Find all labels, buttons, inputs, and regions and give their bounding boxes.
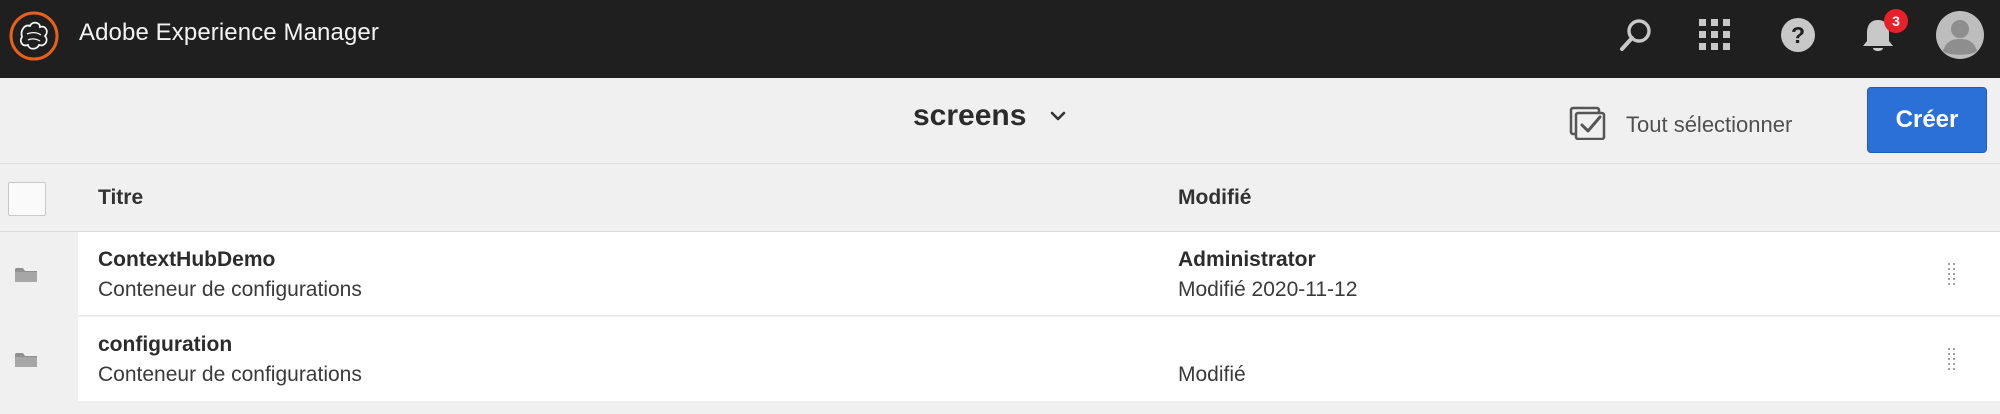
select-all-checkbox-icon <box>1568 104 1606 145</box>
select-all-button[interactable]: Tout sélectionner <box>1568 104 1792 145</box>
svg-text:?: ? <box>1791 22 1805 48</box>
table-row[interactable]: ContextHubDemo Conteneur de configuratio… <box>0 232 2000 316</box>
row-body <box>78 317 2000 401</box>
column-header-title[interactable]: Titre <box>98 186 143 210</box>
breadcrumb-label: screens <box>913 99 1027 132</box>
drag-handle-icon[interactable] <box>1946 347 1958 373</box>
table-header: Titre Modifié <box>0 164 2000 232</box>
row-modified-date: Modifié <box>1178 363 1246 386</box>
create-button[interactable]: Créer <box>1867 87 1987 153</box>
row-body <box>78 232 2000 316</box>
aem-logo-icon[interactable] <box>8 10 60 62</box>
notifications-bell-icon[interactable]: 3 <box>1856 9 1908 57</box>
apps-grid-icon[interactable] <box>1693 13 1737 57</box>
user-avatar-icon[interactable] <box>1934 9 1986 61</box>
app-title[interactable]: Adobe Experience Manager <box>79 19 379 47</box>
folder-icon[interactable] <box>14 266 38 284</box>
top-bar: Adobe Experience Manager ? 3 <box>0 0 2000 78</box>
row-modified-by: Administrator <box>1178 248 1316 271</box>
breadcrumb[interactable]: screens <box>913 99 1068 133</box>
drag-handle-icon[interactable] <box>1946 262 1958 288</box>
table-row[interactable]: configuration Conteneur de configuration… <box>0 317 2000 401</box>
search-icon[interactable] <box>1614 13 1658 57</box>
help-icon[interactable]: ? <box>1776 13 1820 57</box>
row-subtitle: Conteneur de configurations <box>98 278 362 301</box>
action-bar: screens Tout sélectionner Créer <box>0 78 2000 164</box>
folder-icon[interactable] <box>14 351 38 369</box>
row-subtitle: Conteneur de configurations <box>98 363 362 386</box>
select-all-label: Tout sélectionner <box>1626 111 1793 137</box>
row-title[interactable]: ContextHubDemo <box>98 248 275 272</box>
row-modified-date: Modifié 2020-11-12 <box>1178 278 1358 301</box>
notifications-count-badge: 3 <box>1884 9 1908 33</box>
row-divider <box>78 315 2000 316</box>
select-all-rows-checkbox[interactable] <box>8 182 46 216</box>
row-title[interactable]: configuration <box>98 333 232 357</box>
chevron-down-icon[interactable] <box>1048 106 1068 126</box>
column-header-modified[interactable]: Modifié <box>1178 186 1252 210</box>
